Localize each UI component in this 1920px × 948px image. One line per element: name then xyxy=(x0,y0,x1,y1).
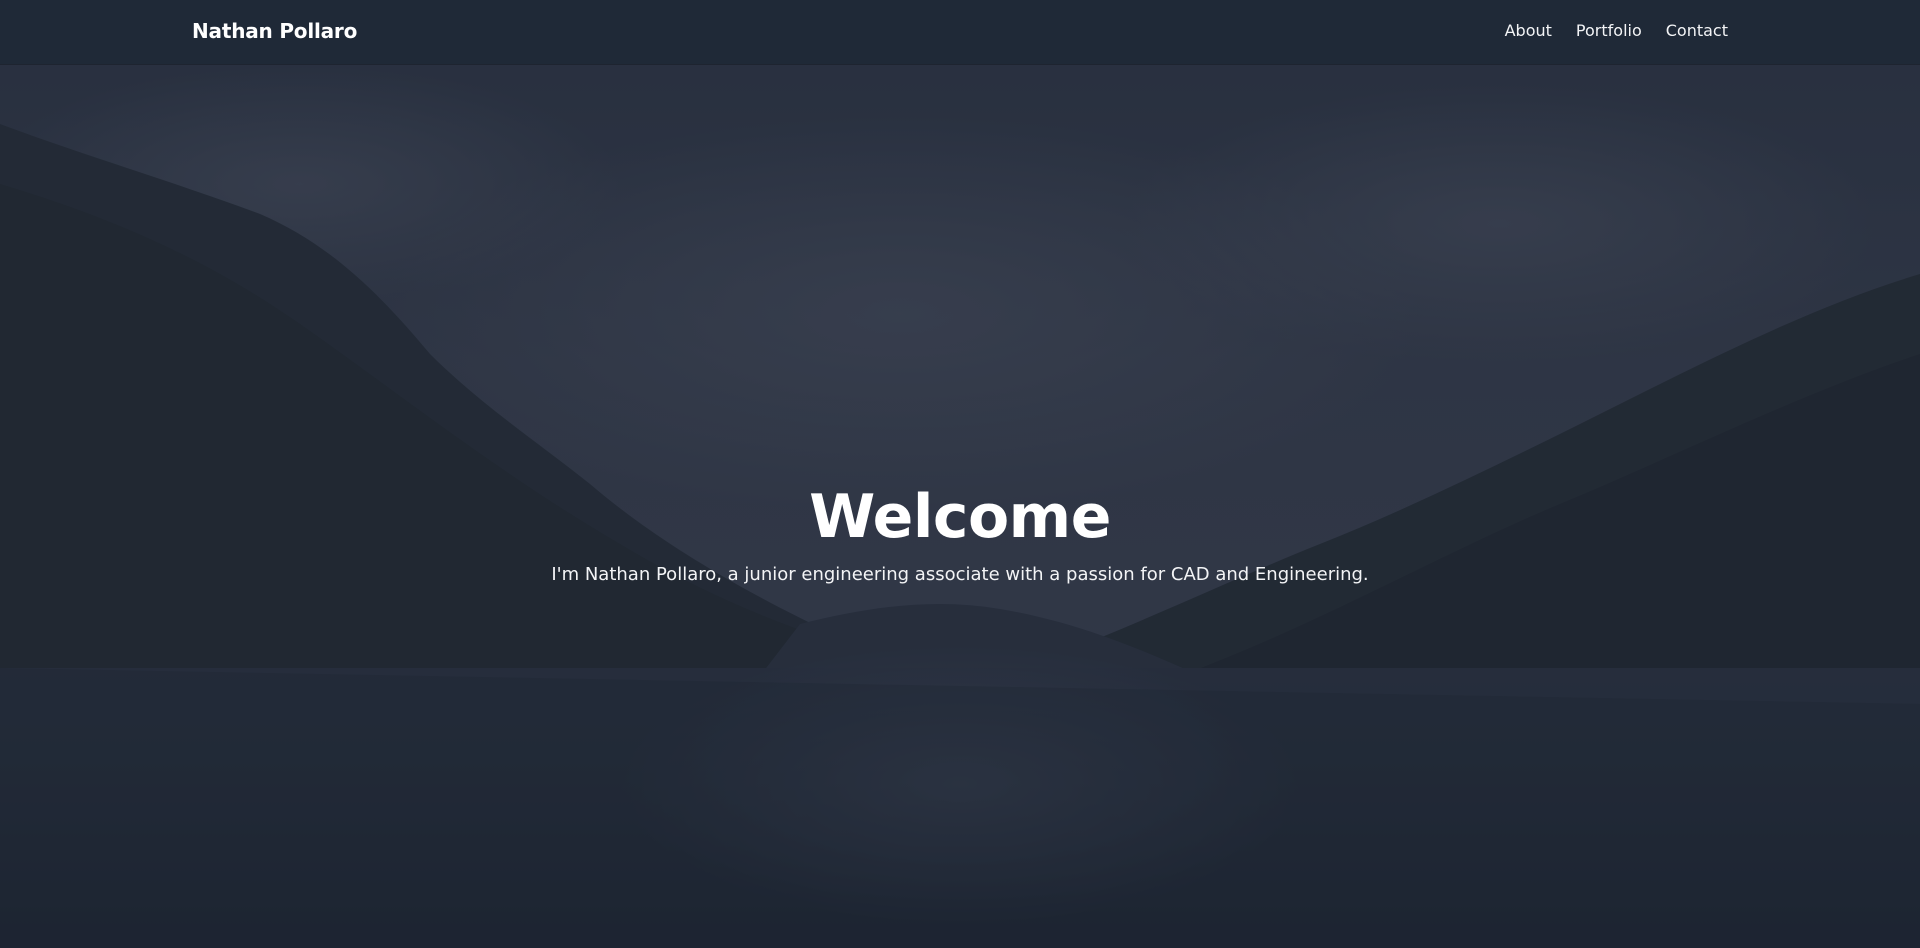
nav-link-portfolio[interactable]: Portfolio xyxy=(1576,21,1642,40)
hero-subtitle: I'm Nathan Pollaro, a junior engineering… xyxy=(551,564,1369,585)
nav-link-about[interactable]: About xyxy=(1505,21,1552,40)
nav-link-contact[interactable]: Contact xyxy=(1666,21,1728,40)
hero-section: Welcome I'm Nathan Pollaro, a junior eng… xyxy=(0,64,1920,948)
nav-links: About Portfolio Contact xyxy=(1505,21,1728,40)
hero-title: Welcome xyxy=(809,482,1111,552)
navbar: Nathan Pollaro About Portfolio Contact xyxy=(0,0,1920,64)
hero-content: Welcome I'm Nathan Pollaro, a junior eng… xyxy=(0,484,1920,585)
brand-logo-link[interactable]: Nathan Pollaro xyxy=(192,19,357,43)
